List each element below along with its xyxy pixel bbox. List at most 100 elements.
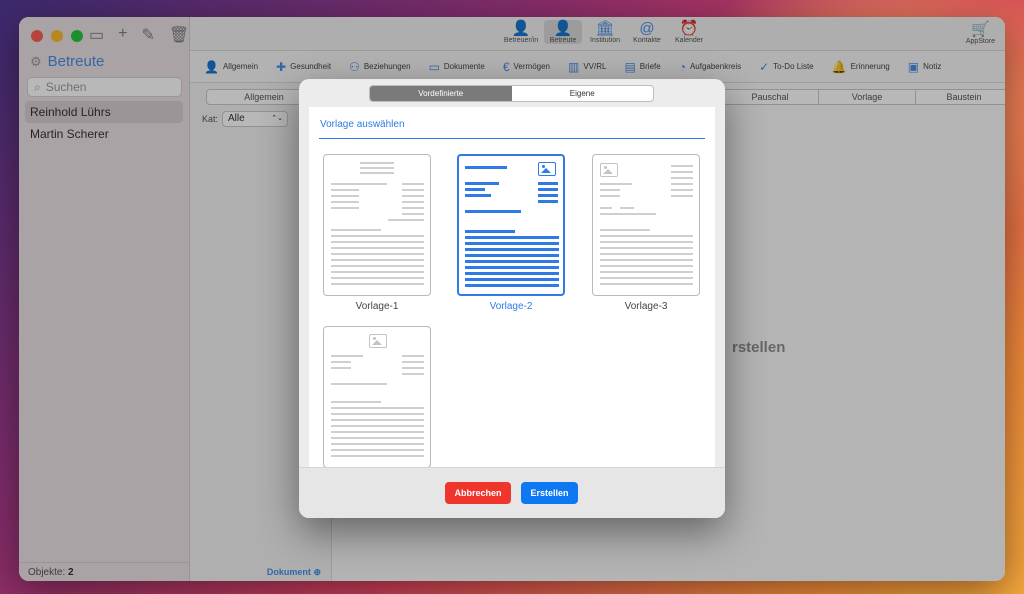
zoom-window-button[interactable]: [71, 30, 83, 42]
toolbar-label: Kontakte: [633, 37, 661, 44]
add-document-label: Dokument: [266, 567, 311, 577]
add-document-link[interactable]: Dokument ⊕: [267, 567, 321, 578]
tab-label: Aufgabenkreis: [689, 62, 742, 71]
tab-dokumente[interactable]: ▭ Dokumente: [429, 60, 485, 74]
search-input[interactable]: ⌕ Suchen: [27, 77, 182, 97]
segment-vordefinierte[interactable]: Vordefinierte: [370, 86, 512, 101]
alarm-clock-icon: ⏰: [679, 20, 699, 37]
toolbar-label: Institution: [590, 37, 620, 44]
sidebar-tools: ▭ + ✎ 🗑: [89, 25, 189, 45]
at-icon: @: [639, 20, 655, 37]
template-picker: Vorlage auswählen Vorlage-1 Vorlage-2 Vo…: [309, 107, 715, 468]
medkit-icon: ✚: [276, 59, 287, 74]
list-item[interactable]: Martin Scherer: [25, 123, 183, 145]
toolbar-label: Betreuer/in: [503, 37, 539, 44]
cart-icon: 🛒: [971, 21, 990, 38]
toolbar-label: Betreute: [549, 37, 577, 44]
tab-label: Notiz: [923, 62, 942, 71]
segment-pauschal[interactable]: Pauschal: [721, 89, 819, 105]
edit-icon[interactable]: ✎: [141, 25, 154, 45]
tab-briefe[interactable]: ▤ Briefe: [624, 60, 660, 74]
euro-icon: €: [502, 59, 510, 74]
person-outline-icon: 👤: [511, 20, 531, 37]
toolbar-label: Kalender: [674, 37, 704, 44]
checkmark-circle-icon: ✓: [759, 59, 770, 74]
toolbar-kalender-button[interactable]: ⏰ Kalender: [670, 20, 708, 44]
placeholder-text: rstellen: [732, 339, 786, 356]
tab-label: Vermögen: [513, 62, 550, 71]
template-card-3[interactable]: [592, 154, 700, 296]
tab-aufgabenkreis[interactable]: ◔ Aufgabenkreis: [679, 60, 741, 74]
tab-label: Briefe: [639, 62, 661, 71]
tab-label: Erinnerung: [850, 62, 890, 71]
segment-baustein[interactable]: Baustein: [915, 89, 1005, 105]
toolbar-kontakte-button[interactable]: @ Kontakte: [628, 20, 666, 44]
toolbar-institution-button[interactable]: 🏛 Institution: [586, 20, 624, 44]
toolbar-betreuer-button[interactable]: 👤 Betreuer/in: [502, 20, 540, 44]
toolbar: 👤 Betreuer/in 👤 Betreute 🏛 Institution @ Kon…: [190, 17, 1005, 51]
tab-erinnerung[interactable]: 🔔 Erinnerung: [832, 60, 890, 74]
folder-icon: ▭: [428, 59, 440, 74]
tab-vvrl[interactable]: ▥ VV/RL: [568, 60, 606, 74]
template-label-2: Vorlage-2: [489, 301, 533, 312]
kat-select[interactable]: Alle: [222, 111, 289, 127]
type-segments: Pauschal Vorlage Baustein: [721, 89, 1005, 105]
tab-vermoegen[interactable]: € Vermögen: [503, 60, 550, 74]
sidebar-toggle-icon[interactable]: ▭: [89, 25, 104, 45]
appstore-button[interactable]: 🛒 AppStore: [966, 20, 995, 45]
window-controls: [31, 30, 83, 42]
tab-allgemein[interactable]: 👤 Allgemein: [204, 60, 258, 74]
note-icon: ▣: [907, 59, 920, 74]
image-icon: [369, 334, 387, 348]
object-count-label: Objekte:: [28, 567, 66, 578]
gear-icon[interactable]: ⚙: [30, 54, 42, 70]
tab-label: Gesundheit: [290, 62, 332, 71]
dialog-footer: Abbrechen Erstellen: [299, 467, 725, 518]
bell-icon: 🔔: [831, 59, 847, 74]
search-icon: ⌕: [34, 79, 41, 94]
plus-circle-icon: ⊕: [313, 567, 321, 577]
person-list: Reinhold Lührs Martin Scherer: [25, 101, 183, 145]
person-icon: 👤: [553, 20, 573, 37]
image-icon: [600, 163, 618, 177]
tab-label: Beziehungen: [363, 62, 411, 71]
books-icon: ▥: [567, 59, 580, 74]
building-icon: 🏛: [595, 20, 615, 37]
image-icon: [538, 162, 556, 176]
tab-todo[interactable]: ✓ To-Do Liste: [759, 60, 814, 74]
minimize-window-button[interactable]: [51, 30, 63, 42]
task-icon: ◔: [678, 59, 686, 74]
kat-label: Kat:: [202, 114, 219, 124]
person-icon: 👤: [204, 59, 219, 74]
toolbar-betreute-button[interactable]: 👤 Betreute: [544, 20, 582, 44]
template-card-1[interactable]: [323, 154, 431, 296]
segment-vorlage[interactable]: Vorlage: [818, 89, 916, 105]
tab-label: Allgemein: [222, 62, 259, 71]
list-item[interactable]: Reinhold Lührs: [25, 101, 183, 123]
add-icon[interactable]: +: [118, 25, 127, 45]
template-card-4[interactable]: [323, 326, 431, 468]
tab-notiz[interactable]: ▣ Notiz: [908, 60, 942, 74]
template-source-segment: Vordefinierte Eigene: [369, 85, 654, 102]
template-dialog: Vordefinierte Eigene Vorlage auswählen V…: [299, 79, 725, 518]
template-label-1: Vorlage-1: [355, 301, 399, 312]
document-icon: ▤: [624, 59, 636, 74]
template-label-3: Vorlage-3: [624, 301, 668, 312]
search-placeholder: Suchen: [45, 80, 87, 94]
appstore-label: AppStore: [965, 38, 995, 45]
tab-beziehungen[interactable]: ⚇ Beziehungen: [349, 60, 410, 74]
tab-gesundheit[interactable]: ✚ Gesundheit: [276, 60, 331, 74]
cancel-button[interactable]: Abbrechen: [445, 482, 511, 504]
picker-heading: Vorlage auswählen: [320, 119, 405, 130]
kat-filter: Kat: Alle: [202, 111, 289, 127]
tab-label: VV/RL: [583, 62, 607, 71]
object-count-value: 2: [68, 567, 74, 578]
divider: [319, 138, 705, 139]
close-window-button[interactable]: [31, 30, 43, 42]
create-button[interactable]: Erstellen: [521, 482, 578, 504]
template-card-2[interactable]: [457, 154, 565, 296]
people-icon: ⚇: [349, 59, 360, 74]
trash-icon[interactable]: 🗑: [169, 25, 189, 45]
segment-eigene[interactable]: Eigene: [512, 86, 654, 101]
tab-label: Dokumente: [443, 62, 485, 71]
